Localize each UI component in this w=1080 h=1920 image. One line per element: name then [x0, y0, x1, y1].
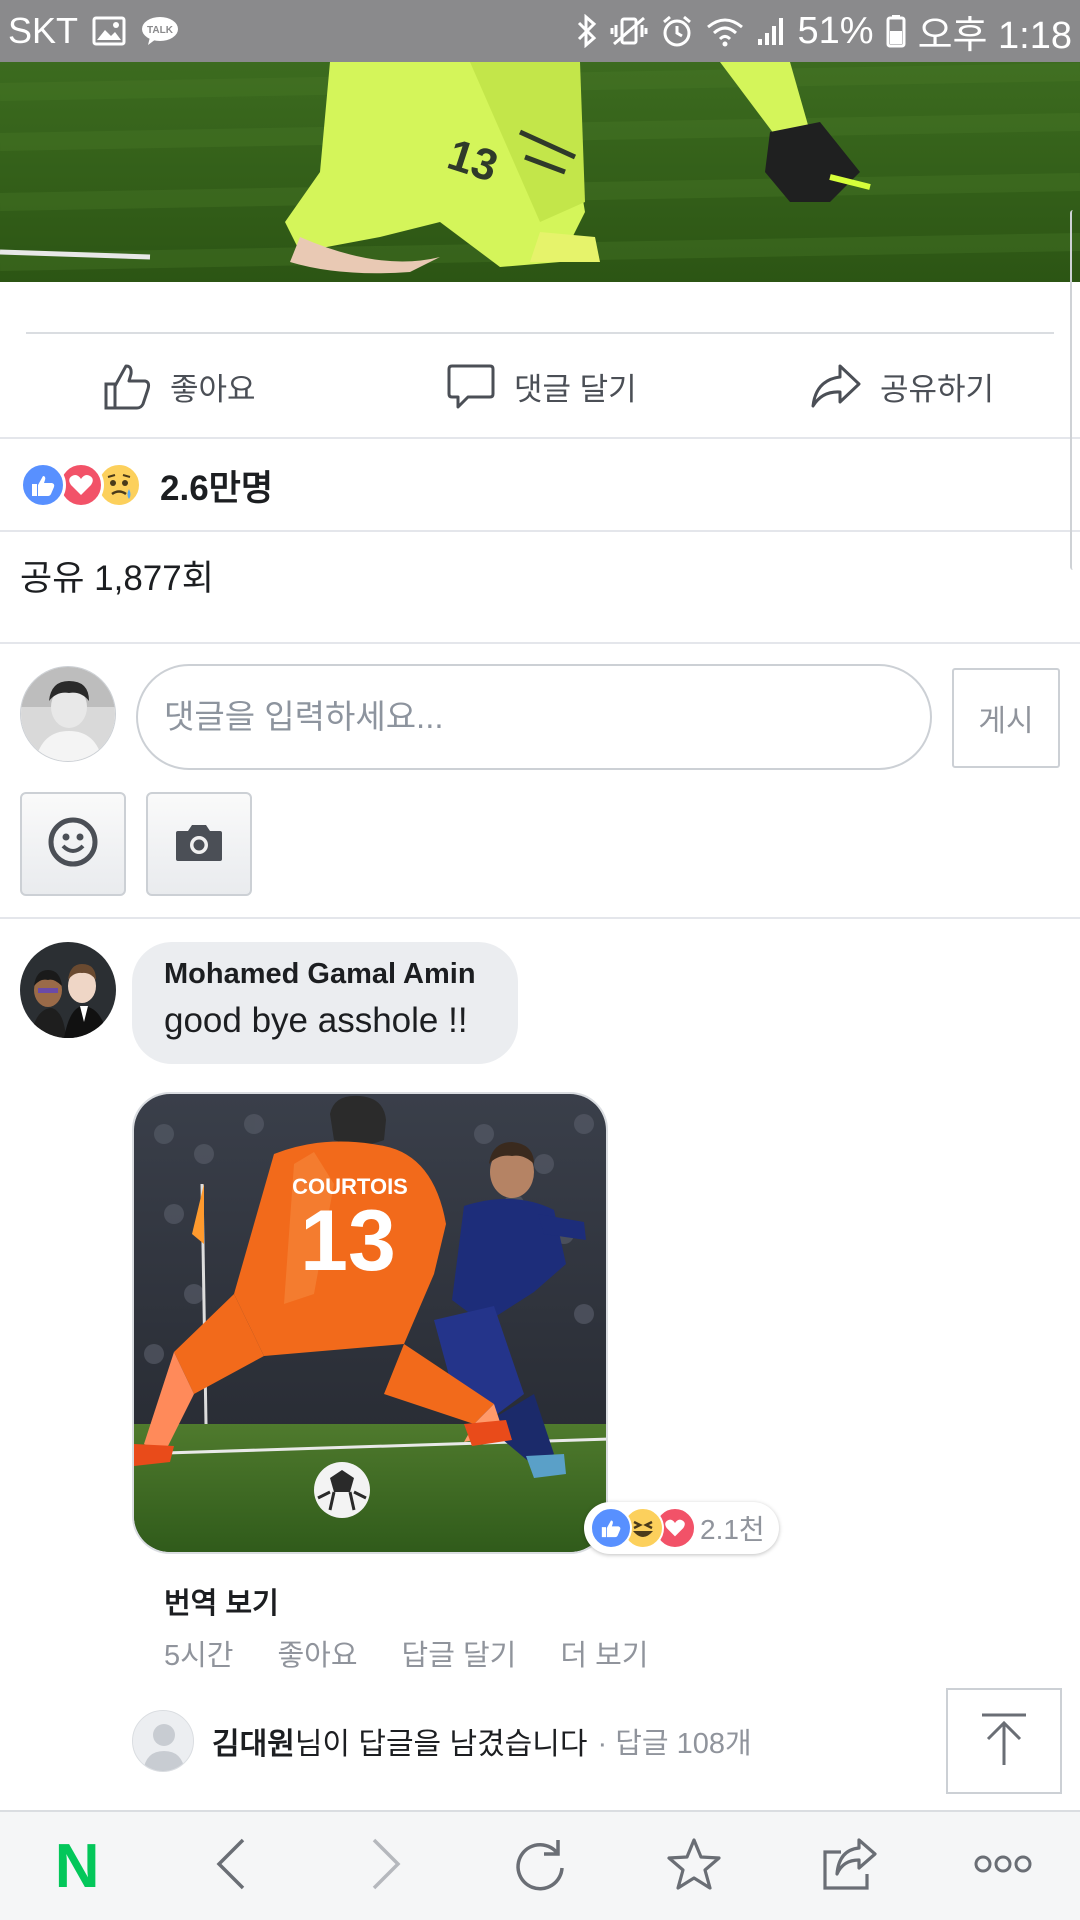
divider	[0, 530, 1080, 532]
post-comment-button[interactable]: 게시	[952, 668, 1060, 768]
back-icon	[211, 1836, 251, 1897]
comment-photo[interactable]: COURTOIS 13	[132, 1092, 608, 1554]
bluetooth-icon	[576, 14, 598, 48]
clock: 오후 1:18	[917, 14, 1072, 57]
refresh-button[interactable]	[485, 1816, 595, 1916]
post-action-bar: 좋아요 댓글 달기 공유하기	[0, 334, 1080, 438]
smiley-icon	[47, 816, 99, 873]
comment-reply-link[interactable]: 답글 달기	[402, 1632, 517, 1674]
alarm-icon	[660, 14, 694, 48]
status-bar: SKT TALK 51% 오후 1:18	[0, 0, 1080, 62]
forward-icon	[366, 1836, 406, 1897]
comment-label: 댓글 달기	[514, 371, 637, 407]
comment-text: good bye asshole !!	[164, 1001, 468, 1040]
comment-input[interactable]	[136, 664, 932, 770]
naver-home-button[interactable]: N	[22, 1816, 132, 1916]
like-button[interactable]: 좋아요	[102, 362, 256, 410]
back-button[interactable]	[176, 1816, 286, 1916]
share-page-button[interactable]	[794, 1816, 904, 1916]
vibrate-mute-icon	[610, 14, 648, 48]
comment-author[interactable]: Mohamed Gamal Amin	[164, 958, 486, 991]
post-photo[interactable]: 13	[0, 62, 1080, 282]
comment-like-link[interactable]: 좋아요	[278, 1632, 358, 1674]
comment-button[interactable]: 댓글 달기	[446, 362, 637, 410]
reaction-count: 2.6만명	[160, 468, 274, 508]
replier-avatar	[132, 1710, 194, 1772]
reply-action-text: 님이 답글을 남겼습니다	[294, 1728, 588, 1761]
divider	[0, 642, 1080, 644]
camera-icon	[174, 821, 224, 868]
translate-link[interactable]: 번역 보기	[164, 1580, 279, 1622]
share-count[interactable]: 공유 1,877회	[20, 550, 214, 601]
photo-jersey-number: 13	[300, 1193, 396, 1289]
share-icon	[819, 1836, 879, 1897]
battery-icon	[886, 14, 906, 48]
divider	[0, 917, 1080, 919]
share-arrow-icon	[810, 362, 862, 410]
thumbs-up-icon	[102, 362, 152, 410]
gallery-icon	[92, 16, 126, 46]
reply-summary[interactable]: 김대원 님이 답글을 남겼습니다 · 답글 108개	[132, 1710, 752, 1772]
reply-count: · 답글 108개	[597, 1728, 752, 1760]
kakaotalk-icon: TALK	[140, 15, 180, 47]
like-reaction-icon	[590, 1507, 632, 1549]
talk-label: TALK	[147, 25, 174, 36]
comment-reaction-count: 2.1천	[700, 1514, 765, 1545]
naver-logo: N	[54, 1831, 100, 1901]
emoji-button[interactable]	[20, 792, 126, 896]
star-icon	[665, 1836, 723, 1897]
browser-toolbar: N	[0, 1810, 1080, 1920]
comment-meta: 5시간 좋아요 답글 달기 더 보기	[164, 1632, 692, 1674]
more-icon	[973, 1854, 1033, 1879]
comment-reaction-summary[interactable]: 2.1천	[584, 1502, 779, 1554]
my-avatar	[20, 666, 116, 762]
scroll-to-top-button[interactable]	[946, 1688, 1062, 1794]
comment-more-link[interactable]: 더 보기	[560, 1632, 648, 1674]
more-menu-button[interactable]	[948, 1816, 1058, 1916]
camera-button[interactable]	[146, 792, 252, 896]
speech-bubble-icon	[446, 362, 496, 410]
like-label: 좋아요	[170, 371, 256, 407]
refresh-icon	[512, 1836, 568, 1897]
comment-time: 5시간	[164, 1640, 234, 1672]
arrow-up-icon	[974, 1709, 1034, 1774]
bookmark-button[interactable]	[639, 1816, 749, 1916]
comment-bubble[interactable]: Mohamed Gamal Amin good bye asshole !!	[132, 942, 518, 1064]
like-reaction-icon	[20, 462, 66, 508]
battery-percent: 51%	[797, 9, 874, 52]
share-label: 공유하기	[880, 371, 995, 407]
reaction-summary[interactable]: 2.6만명	[20, 456, 273, 514]
divider	[0, 437, 1080, 439]
replier-name: 김대원	[212, 1728, 295, 1761]
scrollbar[interactable]	[1070, 210, 1076, 570]
share-button[interactable]: 공유하기	[810, 362, 994, 410]
signal-icon	[756, 15, 786, 47]
wifi-icon	[706, 15, 744, 47]
commenter-avatar[interactable]	[20, 942, 116, 1038]
forward-button[interactable]	[331, 1816, 441, 1916]
carrier-label: SKT	[8, 10, 79, 51]
